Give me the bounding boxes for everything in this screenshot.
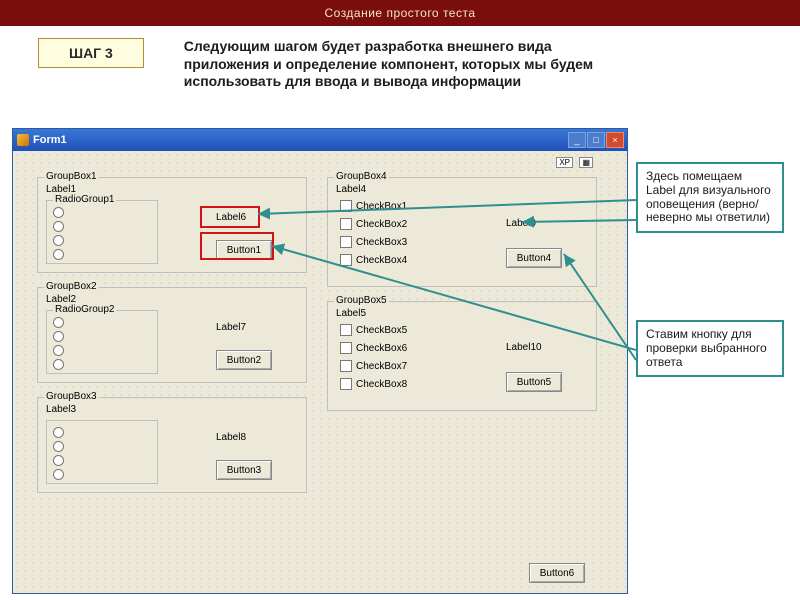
radio-option[interactable] xyxy=(53,317,64,328)
groupbox2-title: GroupBox2 xyxy=(44,281,99,292)
groupbox3: GroupBox3 Label3 Label8 Button3 xyxy=(37,397,307,493)
radiogroup3[interactable] xyxy=(46,420,158,484)
button1[interactable]: Button1 xyxy=(216,240,272,260)
checkbox8[interactable]: CheckBox8 xyxy=(340,378,407,390)
label6: Label6 xyxy=(216,212,246,223)
groupbox4-title: GroupBox4 xyxy=(334,171,389,182)
radio-option[interactable] xyxy=(53,455,64,466)
radiogroup2[interactable]: RadioGroup2 xyxy=(46,310,158,374)
radio-option[interactable] xyxy=(53,331,64,342)
radio-option[interactable] xyxy=(53,345,64,356)
checkbox4[interactable]: CheckBox4 xyxy=(340,254,407,266)
label8: Label8 xyxy=(216,432,246,443)
groupbox1-title: GroupBox1 xyxy=(44,171,99,182)
radio-option[interactable] xyxy=(53,235,64,246)
close-icon[interactable]: × xyxy=(606,132,624,148)
label9: Label9 xyxy=(506,218,536,229)
xp-manifest-icon: XP xyxy=(556,157,573,168)
annotation-label: Здесь помещаем Label для визуального опо… xyxy=(636,162,784,233)
groupbox5-title: GroupBox5 xyxy=(334,295,389,306)
radio-option[interactable] xyxy=(53,207,64,218)
button5[interactable]: Button5 xyxy=(506,372,562,392)
radio-option[interactable] xyxy=(53,427,64,438)
label10: Label10 xyxy=(506,342,542,353)
checkbox7[interactable]: CheckBox7 xyxy=(340,360,407,372)
button6[interactable]: Button6 xyxy=(529,563,585,583)
label5: Label5 xyxy=(336,308,366,319)
button4[interactable]: Button4 xyxy=(506,248,562,268)
header-row: ШАГ 3 Следующим шагом будет разработка в… xyxy=(0,26,800,93)
label7: Label7 xyxy=(216,322,246,333)
step-badge: ШАГ 3 xyxy=(38,38,144,68)
delphi-form-window: Form1 _ □ × XP ▦ GroupBox1 Label1 RadioG… xyxy=(12,128,628,594)
minimize-icon[interactable]: _ xyxy=(568,132,586,148)
label3: Label3 xyxy=(46,404,76,415)
label4: Label4 xyxy=(336,184,366,195)
radio-option[interactable] xyxy=(53,441,64,452)
radio-option[interactable] xyxy=(53,469,64,480)
checkbox2[interactable]: CheckBox2 xyxy=(340,218,407,230)
annotation-button: Ставим кнопку для проверки выбранного от… xyxy=(636,320,784,377)
window-title: Form1 xyxy=(33,134,568,146)
step-description: Следующим шагом будет разработка внешнег… xyxy=(184,38,604,91)
groupbox1: GroupBox1 Label1 RadioGroup1 Label6 Butt… xyxy=(37,177,307,273)
delphi-icon xyxy=(17,134,29,146)
checkbox3[interactable]: CheckBox3 xyxy=(340,236,407,248)
component-icon: ▦ xyxy=(579,157,593,168)
groupbox5: GroupBox5 Label5 CheckBox5 CheckBox6 Che… xyxy=(327,301,597,411)
checkbox5[interactable]: CheckBox5 xyxy=(340,324,407,336)
groupbox3-title: GroupBox3 xyxy=(44,391,99,402)
checkbox6[interactable]: CheckBox6 xyxy=(340,342,407,354)
radio-option[interactable] xyxy=(53,249,64,260)
radiogroup2-title: RadioGroup2 xyxy=(53,304,116,315)
radiogroup1-title: RadioGroup1 xyxy=(53,194,116,205)
groupbox4: GroupBox4 Label4 CheckBox1 CheckBox2 Che… xyxy=(327,177,597,287)
window-titlebar: Form1 _ □ × xyxy=(13,129,627,151)
radiogroup1[interactable]: RadioGroup1 xyxy=(46,200,158,264)
form-body: XP ▦ GroupBox1 Label1 RadioGroup1 Label6… xyxy=(13,151,627,593)
radio-option[interactable] xyxy=(53,359,64,370)
radio-option[interactable] xyxy=(53,221,64,232)
button3[interactable]: Button3 xyxy=(216,460,272,480)
maximize-icon[interactable]: □ xyxy=(587,132,605,148)
groupbox2: GroupBox2 Label2 RadioGroup2 Label7 Butt… xyxy=(37,287,307,383)
checkbox1[interactable]: CheckBox1 xyxy=(340,200,407,212)
button2[interactable]: Button2 xyxy=(216,350,272,370)
page-title: Создание простого теста xyxy=(0,0,800,26)
